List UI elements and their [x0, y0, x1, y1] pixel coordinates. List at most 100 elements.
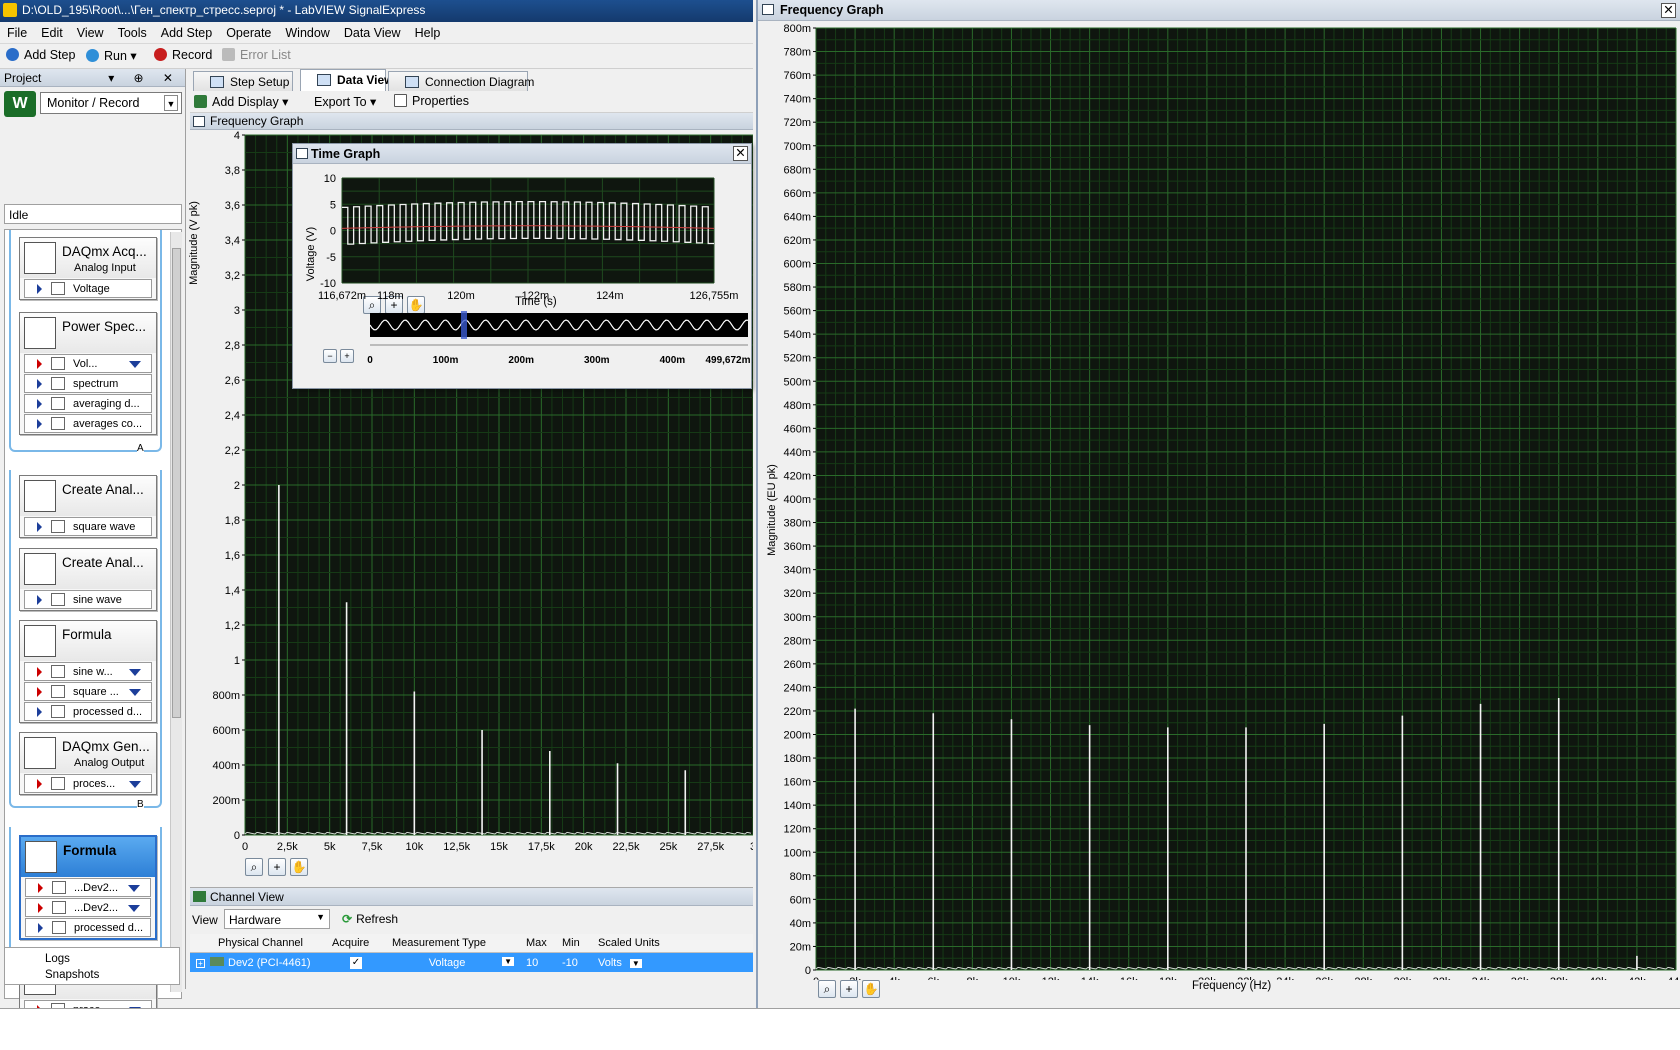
mode-select[interactable]: Monitor / Record ▼	[40, 92, 182, 114]
step-5[interactable]: DAQmx Gen... Analog Output proces...	[19, 732, 157, 795]
signal-icon	[51, 705, 65, 718]
arrow-icon	[37, 419, 42, 429]
x-tick-label: 30k	[1393, 976, 1411, 980]
signal-icon	[51, 665, 65, 678]
step-3[interactable]: Create Anal... sine wave	[19, 548, 157, 611]
project-panel: Project ▾ ⊕ ✕ W Monitor / Record ▼ Idle A B…	[0, 69, 186, 1021]
pan-hand-icon[interactable]: ✋	[290, 858, 308, 876]
arrow-icon	[37, 667, 42, 677]
menu-item-window[interactable]: Window	[278, 22, 336, 40]
x-tick-label: 36k	[1511, 976, 1529, 980]
channel-view-header: Channel View	[190, 888, 753, 906]
step-io-row[interactable]: ...Dev2...	[25, 898, 151, 917]
formula-icon	[25, 841, 57, 873]
step-io-row[interactable]: processed d...	[24, 702, 152, 721]
window-title: D:\OLD_195\Root\...\Ген_спектр_стресс.se…	[22, 3, 426, 17]
menu-item-edit[interactable]: Edit	[34, 22, 70, 40]
tab-connection-diagram[interactable]: Connection Diagram	[388, 71, 534, 91]
step-io-row[interactable]: ...Dev2...	[25, 878, 151, 897]
step-list-scrollbar[interactable]	[170, 232, 182, 992]
cursor-plus-icon[interactable]: +	[840, 980, 858, 998]
menu-item-add-step[interactable]: Add Step	[154, 22, 219, 40]
chevron-down-icon[interactable]	[128, 885, 140, 892]
step-io-row[interactable]: spectrum	[24, 374, 152, 393]
step-io-row[interactable]: sine wave	[24, 590, 152, 609]
pan-hand-icon[interactable]: ✋	[862, 980, 880, 998]
step-io-row[interactable]: square ...	[24, 682, 152, 701]
view-select[interactable]: Hardware ▼	[224, 909, 330, 929]
add-step-button[interactable]: Add Step	[6, 48, 75, 62]
y-tick-label: 700m	[783, 141, 811, 153]
tab-step-setup[interactable]: Step Setup	[193, 71, 293, 91]
x-tick-label: 4k	[888, 976, 900, 980]
step-io-row[interactable]: averaging d...	[24, 394, 152, 413]
overview-cursor[interactable]	[461, 311, 467, 339]
step-header: Create Anal...	[20, 549, 156, 589]
chevron-down-icon[interactable]	[129, 361, 141, 368]
properties-button[interactable]: Properties	[394, 94, 469, 108]
step-io-row[interactable]: averages co...	[24, 414, 152, 433]
menu-item-tools[interactable]: Tools	[111, 22, 154, 40]
status-bar	[0, 1008, 1680, 1050]
step-6[interactable]: Formula ...Dev2... ...Dev2... processed d..…	[19, 835, 157, 940]
menu-item-help[interactable]: Help	[408, 22, 448, 40]
run-button[interactable]: Run ▾	[86, 48, 137, 63]
close-icon[interactable]: ✕	[733, 146, 748, 161]
min-field[interactable]: -10	[556, 952, 592, 972]
step-2[interactable]: Create Anal... square wave	[19, 475, 157, 538]
panel-controls[interactable]: ▾ ⊕ ✕	[108, 71, 181, 85]
chevron-down-icon[interactable]	[129, 669, 141, 676]
scaled-units-select[interactable]: Volts ▼	[592, 952, 753, 972]
chevron-down-icon[interactable]	[128, 905, 140, 912]
menu-item-view[interactable]: View	[70, 22, 111, 40]
zoom-icon[interactable]: ⌕	[818, 980, 836, 998]
expand-icon[interactable]: +	[196, 958, 205, 968]
menu-bar: File Edit View Tools Add Step Operate Window Da…	[0, 22, 753, 44]
acquire-checkbox[interactable]: ✓	[326, 952, 386, 972]
step-io-row[interactable]: square wave	[24, 517, 152, 536]
refresh-button[interactable]: ⟳ Refresh	[342, 912, 398, 926]
measurement-type-select[interactable]: Voltage ▼	[386, 952, 520, 972]
cursor-plus-icon[interactable]: +	[268, 858, 286, 876]
record-button[interactable]: Record	[154, 48, 212, 62]
arrow-icon	[37, 522, 42, 532]
arrow-icon	[37, 284, 42, 294]
add-display-button[interactable]: Add Display ▾	[194, 94, 288, 109]
signal-icon	[51, 357, 65, 370]
chevron-down-icon[interactable]	[129, 781, 141, 788]
logs-item[interactable]: Logs	[45, 951, 179, 967]
step-io-row[interactable]: proces...	[24, 774, 152, 793]
step-io-label: spectrum	[73, 378, 119, 390]
step-1[interactable]: Power Spec... Vol... spectrum averaging d..…	[19, 312, 157, 435]
refresh-icon: ⟳	[342, 912, 353, 926]
close-icon[interactable]: ✕	[1661, 3, 1676, 18]
error-list-button[interactable]: Error List	[222, 48, 291, 62]
tab-data-view[interactable]: Data View	[300, 69, 393, 91]
table-row[interactable]: + Dev2 (PCI-4461) ✓ Voltage ▼ 10 -10 Volts…	[190, 952, 753, 972]
step-0[interactable]: DAQmx Acq... Analog Input Voltage	[19, 237, 157, 300]
x-tick-label: 38k	[1550, 976, 1568, 980]
signalexpress-logo-icon: W	[4, 91, 36, 117]
x-tick-label: 12,5k	[443, 841, 470, 853]
export-to-button[interactable]: Export To ▾	[314, 94, 376, 109]
chevron-down-icon[interactable]	[129, 689, 141, 696]
zoom-icon[interactable]: ⌕	[245, 858, 263, 876]
scrollbar-thumb[interactable]	[172, 248, 181, 718]
main-toolbar: Add Step Run ▾ Record Error List	[0, 44, 753, 69]
step-io-row[interactable]: processed d...	[25, 918, 151, 937]
project-panel-header: Project ▾ ⊕ ✕	[0, 69, 185, 87]
menu-item-file[interactable]: File	[0, 22, 34, 40]
add-step-icon	[6, 48, 19, 61]
step-io-row[interactable]: sine w...	[24, 662, 152, 681]
menu-item-operate[interactable]: Operate	[219, 22, 278, 40]
waveform-icon	[24, 553, 56, 585]
step-io-row[interactable]: Voltage	[24, 279, 152, 298]
snapshots-item[interactable]: Snapshots	[45, 967, 179, 983]
step-4[interactable]: Formula sine w... square ... processed d...	[19, 620, 157, 723]
menu-item-data-view[interactable]: Data View	[337, 22, 408, 40]
max-field[interactable]: 10	[520, 952, 556, 972]
x-tick-label: 44k	[1667, 976, 1680, 980]
add-display-icon	[194, 95, 207, 108]
x-tick-label: 122m	[522, 290, 550, 302]
step-io-row[interactable]: Vol...	[24, 354, 152, 373]
